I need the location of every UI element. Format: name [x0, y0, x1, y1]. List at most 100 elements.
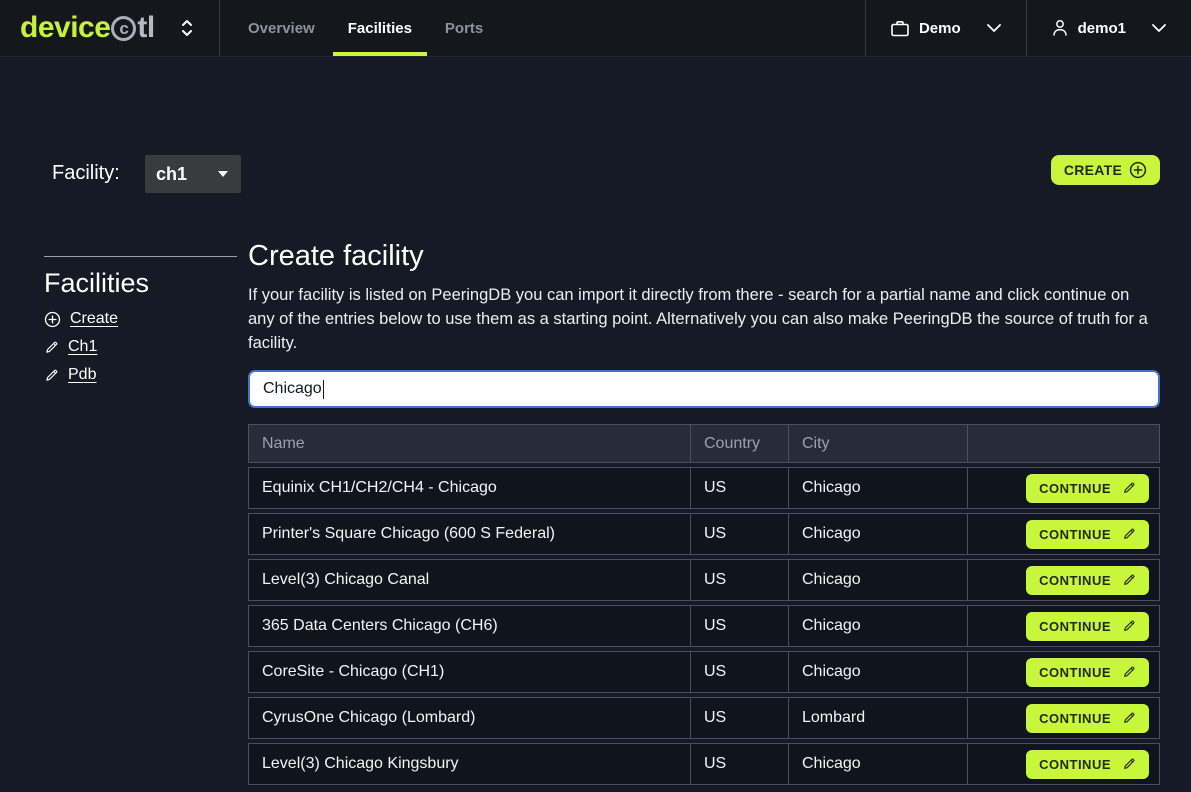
header-right: Demo demo1 [865, 0, 1191, 56]
sidebar-divider [44, 256, 237, 257]
caret-down-icon [218, 171, 228, 177]
continue-button-label: CONTINUE [1039, 481, 1111, 496]
continue-button[interactable]: CONTINUE [1026, 612, 1149, 641]
cell-name: 365 Data Centers Chicago (CH6) [248, 605, 690, 647]
user-name: demo1 [1078, 20, 1126, 37]
continue-button[interactable]: CONTINUE [1026, 704, 1149, 733]
logo-text-tl: tl [137, 13, 154, 43]
table-row: Level(3) Chicago Kingsbury US Chicago CO… [248, 743, 1160, 785]
sidebar-item-ch1[interactable]: Ch1 [44, 338, 237, 356]
pencil-icon [1122, 757, 1136, 771]
table-row: CoreSite - Chicago (CH1) US Chicago CONT… [248, 651, 1160, 693]
cell-country: US [690, 559, 788, 601]
continue-button-label: CONTINUE [1039, 665, 1111, 680]
pencil-icon [1122, 665, 1136, 679]
continue-button[interactable]: CONTINUE [1026, 520, 1149, 549]
table-row: Printer's Square Chicago (600 S Federal)… [248, 513, 1160, 555]
tab-ports[interactable]: Ports [445, 0, 483, 56]
pencil-icon [1122, 619, 1136, 633]
continue-button-label: CONTINUE [1039, 619, 1111, 634]
app-logo: devicectl [20, 13, 155, 43]
cell-city: Chicago [788, 513, 967, 555]
cell-name: CyrusOne Chicago (Lombard) [248, 697, 690, 739]
pencil-icon [1122, 527, 1136, 541]
search-input-value: Chicago [263, 380, 322, 398]
app-header: devicectl Overview Facilities Ports Demo… [0, 0, 1191, 57]
cell-name: Level(3) Chicago Kingsbury [248, 743, 690, 785]
continue-button[interactable]: CONTINUE [1026, 566, 1149, 595]
user-menu[interactable]: demo1 [1026, 0, 1191, 56]
page-description: If your facility is listed on PeeringDB … [248, 283, 1156, 355]
tab-facilities[interactable]: Facilities [348, 0, 412, 56]
briefcase-icon [891, 20, 909, 37]
cell-country: US [690, 467, 788, 509]
continue-button[interactable]: CONTINUE [1026, 658, 1149, 687]
column-header-city: City [788, 424, 967, 463]
cell-city: Chicago [788, 605, 967, 647]
brand-block[interactable]: devicectl [0, 0, 220, 56]
cell-country: US [690, 651, 788, 693]
cell-city: Lombard [788, 697, 967, 739]
search-input[interactable]: Chicago [248, 370, 1160, 408]
peeringdb-results-table: Name Country City Equinix CH1/CH2/CH4 - … [248, 420, 1160, 789]
continue-button-label: CONTINUE [1039, 573, 1111, 588]
cell-city: Chicago [788, 467, 967, 509]
main-nav: Overview Facilities Ports [248, 0, 483, 56]
facility-label: Facility: [52, 162, 120, 185]
text-caret [323, 380, 325, 399]
cell-name: CoreSite - Chicago (CH1) [248, 651, 690, 693]
chevron-down-icon [1152, 24, 1166, 32]
facility-select[interactable]: ch1 [145, 155, 241, 193]
plus-circle-icon [1129, 161, 1147, 179]
logo-text-device: device [20, 13, 110, 43]
plus-circle-icon [44, 311, 61, 328]
org-name: Demo [919, 20, 961, 37]
table-row: 365 Data Centers Chicago (CH6) US Chicag… [248, 605, 1160, 647]
cell-name: Equinix CH1/CH2/CH4 - Chicago [248, 467, 690, 509]
cell-city: Chicago [788, 743, 967, 785]
table-row: Level(3) Chicago Canal US Chicago CONTIN… [248, 559, 1160, 601]
cell-city: Chicago [788, 559, 967, 601]
column-header-name: Name [248, 424, 690, 463]
table-row: CyrusOne Chicago (Lombard) US Lombard CO… [248, 697, 1160, 739]
pencil-icon [44, 368, 59, 383]
user-icon [1052, 19, 1068, 37]
sidebar-item-label: Create [70, 310, 118, 328]
logo-circled-c: c [111, 16, 136, 41]
continue-button-label: CONTINUE [1039, 711, 1111, 726]
column-header-country: Country [690, 424, 788, 463]
facility-select-value: ch1 [156, 164, 187, 185]
sidebar-item-create[interactable]: Create [44, 310, 237, 328]
pencil-icon [1122, 481, 1136, 495]
sidebar-item-pdb[interactable]: Pdb [44, 366, 237, 384]
expand-collapse-icon[interactable] [181, 18, 193, 38]
column-header-action [967, 424, 1160, 463]
cell-country: US [690, 513, 788, 555]
cell-name: Printer's Square Chicago (600 S Federal) [248, 513, 690, 555]
pencil-icon [1122, 573, 1136, 587]
pencil-icon [1122, 711, 1136, 725]
cell-country: US [690, 697, 788, 739]
chevron-down-icon [987, 24, 1001, 32]
table-header-row: Name Country City [248, 424, 1160, 463]
org-menu[interactable]: Demo [865, 0, 1026, 56]
tab-overview[interactable]: Overview [248, 0, 315, 56]
cell-name: Level(3) Chicago Canal [248, 559, 690, 601]
continue-button-label: CONTINUE [1039, 527, 1111, 542]
sidebar-list: Create Ch1 Pdb [44, 310, 237, 384]
cell-city: Chicago [788, 651, 967, 693]
sidebar-title: Facilities [44, 268, 237, 299]
sidebar-item-label: Pdb [68, 366, 96, 384]
pencil-icon [44, 340, 59, 355]
continue-button-label: CONTINUE [1039, 757, 1111, 772]
table-row: Equinix CH1/CH2/CH4 - Chicago US Chicago… [248, 467, 1160, 509]
cell-country: US [690, 743, 788, 785]
cell-country: US [690, 605, 788, 647]
continue-button[interactable]: CONTINUE [1026, 474, 1149, 503]
create-button-label: CREATE [1064, 162, 1122, 178]
facilities-sidebar: Facilities Create Ch1 Pdb [44, 256, 237, 384]
continue-button[interactable]: CONTINUE [1026, 750, 1149, 779]
sidebar-item-label: Ch1 [68, 338, 97, 356]
page-title: Create facility [248, 240, 424, 273]
create-facility-button[interactable]: CREATE [1051, 155, 1160, 185]
